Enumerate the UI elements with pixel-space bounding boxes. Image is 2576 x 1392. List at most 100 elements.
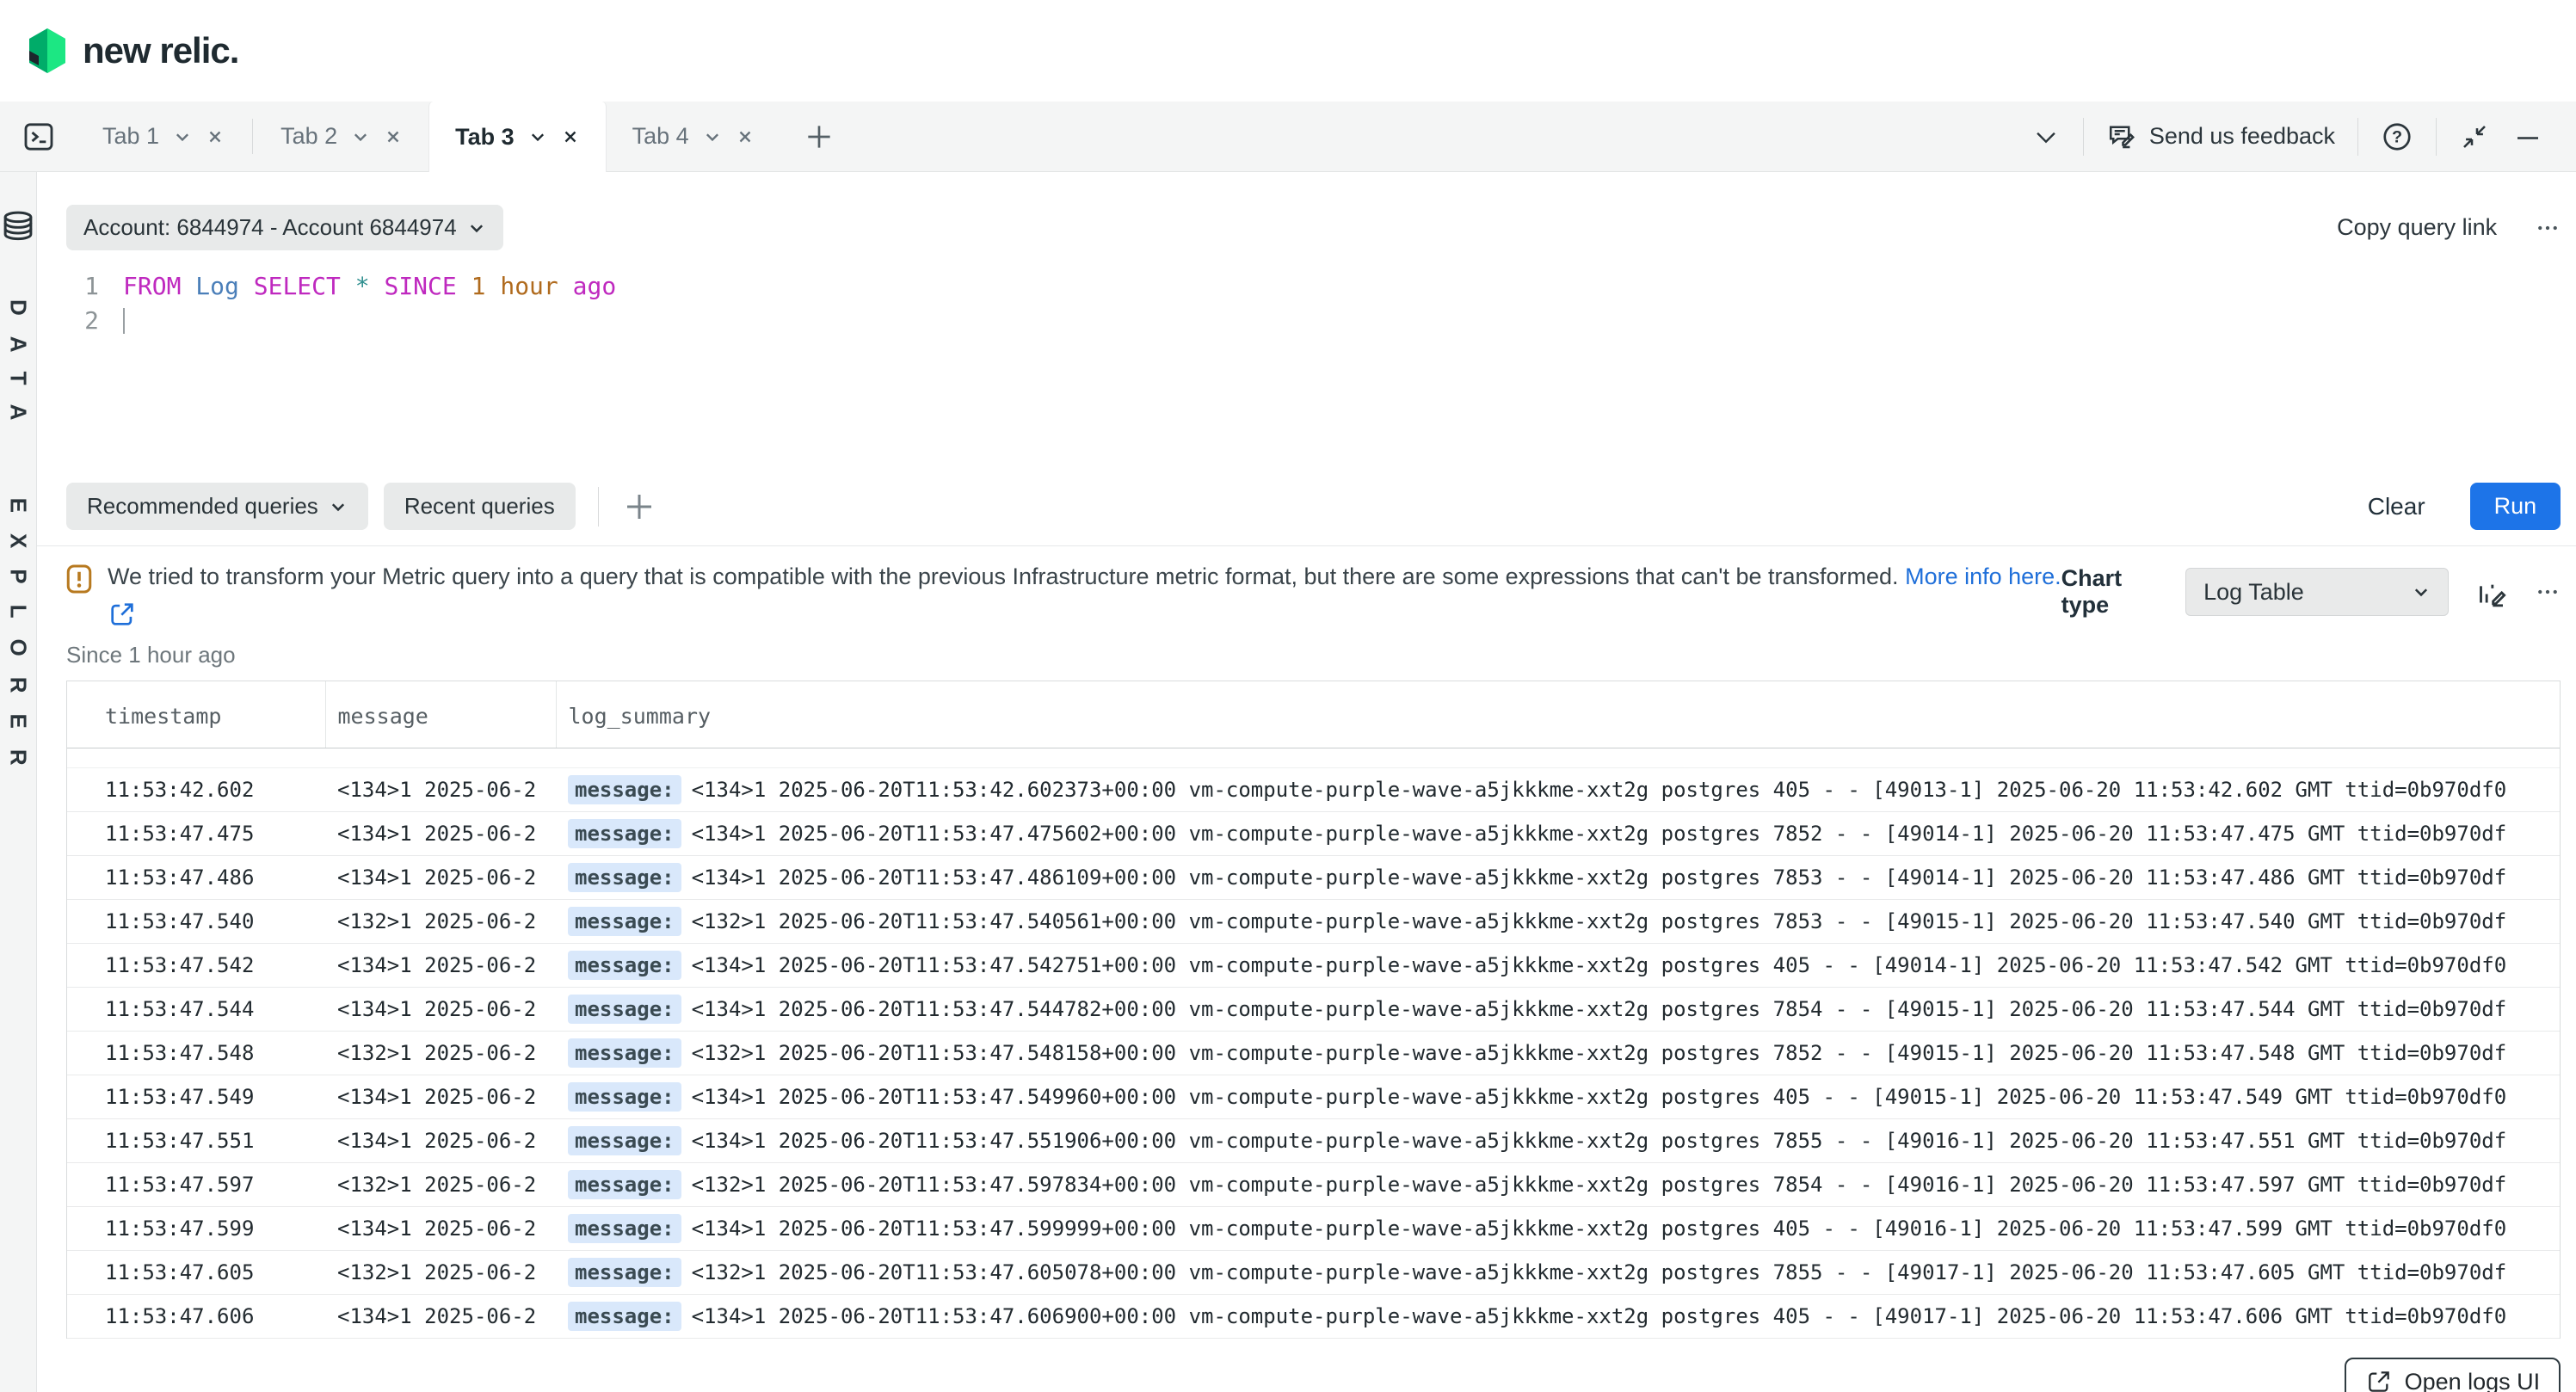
summary-text: <134>1 2025-06-20T11:53:47.551906+00:00 … [692, 1129, 2507, 1153]
tab-overflow-button[interactable] [2031, 122, 2061, 151]
add-query-button[interactable] [621, 489, 657, 525]
summary-text: <134>1 2025-06-20T11:53:47.542751+00:00 … [692, 953, 2507, 977]
data-explorer-sidebar[interactable]: DATA EXPLORER [0, 172, 37, 1392]
run-button[interactable]: Run [2470, 483, 2561, 530]
summary-key-chip: message: [568, 907, 681, 936]
table-row[interactable]: 11:53:47.486<134>1 2025-06-2 message: <134… [67, 856, 2560, 900]
chart-type-select[interactable]: Log Table [2185, 568, 2449, 616]
code-line[interactable]: 1FROM Log SELECT * SINCE 1 hour ago [66, 269, 2576, 304]
table-row[interactable]: 11:53:47.597<132>1 2025-06-2message:<132… [67, 1163, 2560, 1207]
table-row[interactable]: 11:53:47.606<134>1 2025-06-2message:<134… [67, 1295, 2560, 1339]
table-row[interactable]: 11:53:47.540<132>1 2025-06-2message:<132… [67, 900, 2560, 944]
more-options-button[interactable] [2535, 215, 2561, 241]
cell-timestamp: 11:53:42.602 [67, 768, 325, 812]
recent-queries-label: Recent queries [404, 493, 555, 520]
cell-timestamp: 11:53:47.542 [67, 944, 325, 988]
queries-toolbar: Recommended queries Recent queries Clear… [66, 483, 2561, 530]
cell-timestamp: 11:53:47.544 [67, 988, 325, 1032]
summary-key-chip: message: [568, 1258, 681, 1287]
close-icon[interactable] [561, 127, 580, 146]
summary-text: <134>1 2025-06-20T11:53:47.486109+00:00 … [692, 865, 2507, 890]
nrql-token: Log [195, 272, 239, 300]
send-feedback-label: Send us feedback [2149, 123, 2335, 150]
minimize-button[interactable] [2512, 121, 2543, 152]
chart-more-options-button[interactable] [2535, 579, 2561, 605]
app-header: new relic. [0, 0, 2576, 102]
table-row[interactable]: 11:53:47.599<134>1 2025-06-2message:<134… [67, 1207, 2560, 1251]
cell-message: <132>1 2025-06-2 [325, 1163, 556, 1207]
sidebar-title: DATA EXPLORER [5, 299, 32, 786]
query-console-button[interactable] [0, 102, 77, 171]
warning-external-link[interactable] [108, 600, 2061, 633]
table-row[interactable]: 11:53:47.551<134>1 2025-06-2message:<134… [67, 1119, 2560, 1163]
recommended-queries-button[interactable]: Recommended queries [66, 483, 368, 530]
open-logs-ui-button[interactable]: Open logs UI [2345, 1358, 2561, 1392]
chevron-down-icon[interactable] [351, 127, 370, 146]
account-selector[interactable]: Account: 6844974 - Account 6844974 [66, 205, 503, 250]
chevron-down-icon[interactable] [173, 127, 192, 146]
summary-text: <134>1 2025-06-20T11:53:47.544782+00:00 … [692, 997, 2507, 1021]
column-header-log_summary[interactable]: log_summary [556, 681, 2560, 748]
table-row[interactable]: 11:53:47.542<134>1 2025-06-2message:<134… [67, 944, 2560, 988]
open-logs-ui-label: Open logs UI [2405, 1369, 2541, 1392]
summary-text: <132>1 2025-06-20T11:53:47.597834+00:00 … [692, 1173, 2507, 1197]
main-area: DATA EXPLORER Account: 6844974 - Account… [0, 172, 2576, 1392]
table-footer: Open logs UI [37, 1358, 2561, 1392]
edit-chart-button[interactable] [2474, 575, 2509, 609]
table-row[interactable]: 11:53:47.475<134>1 2025-06-2message:<134… [67, 812, 2560, 856]
send-feedback-button[interactable]: Send us feedback [2106, 121, 2335, 152]
cell-message: <134>1 2025-06-2 [325, 988, 556, 1032]
nrql-token: ago [573, 272, 617, 300]
help-button[interactable]: ? [2381, 120, 2413, 153]
table-row[interactable]: 11:53:42.602<134>1 2025-06-2message:<134… [67, 768, 2560, 812]
more-info-link[interactable]: More info here. [1905, 564, 2061, 589]
summary-key-chip: message: [568, 819, 681, 848]
log-table: timestampmessagelog_summary 11:53:42.602… [67, 681, 2560, 1339]
summary-text: <134>1 2025-06-20T11:53:47.606900+00:00 … [692, 1304, 2507, 1328]
column-header-timestamp[interactable]: timestamp [67, 681, 325, 748]
column-header-message[interactable]: message [325, 681, 556, 748]
table-row[interactable]: 11:53:47.605<132>1 2025-06-2message:<132… [67, 1251, 2560, 1295]
tab-tab-1[interactable]: Tab 1 [77, 102, 250, 171]
copy-query-link[interactable]: Copy query link [2337, 214, 2497, 241]
code-lines: 1FROM Log SELECT * SINCE 1 hour ago2 [66, 269, 2576, 338]
chart-type-label: Chart type [2061, 565, 2160, 619]
collapse-button[interactable] [2459, 121, 2490, 152]
nrql-token: SELECT [254, 272, 341, 300]
cell-message: <134>1 2025-06-2 [325, 768, 556, 812]
chevron-down-icon[interactable] [528, 127, 547, 146]
summary-key-chip: message: [568, 1170, 681, 1199]
cell-log-summary: message:<134>1 2025-06-20T11:53:47.54996… [556, 1075, 2560, 1119]
table-row[interactable]: 11:53:47.549<134>1 2025-06-2message:<134… [67, 1075, 2560, 1119]
tab-tab-3[interactable]: Tab 3 [428, 102, 607, 172]
clear-button[interactable]: Clear [2368, 493, 2425, 520]
cell-log-summary: message:<132>1 2025-06-20T11:53:47.54815… [556, 1032, 2560, 1075]
tab-tab-2[interactable]: Tab 2 [255, 102, 428, 171]
code-line[interactable]: 2 [66, 304, 2576, 338]
summary-key-chip: message: [568, 1126, 681, 1155]
nrql-token: hour [500, 272, 558, 300]
close-icon[interactable] [206, 127, 225, 146]
table-row[interactable]: 11:53:47.548<132>1 2025-06-2message:<132… [67, 1032, 2560, 1075]
cell-message: <134>1 2025-06-2 [325, 856, 556, 900]
cell-message: <134>1 2025-06-2 [325, 1207, 556, 1251]
add-tab-button[interactable] [780, 102, 858, 171]
cell-message: <134>1 2025-06-2 [325, 812, 556, 856]
cell-message: <134>1 2025-06-2 [325, 1119, 556, 1163]
chevron-down-icon [467, 219, 486, 237]
tab-tab-4[interactable]: Tab 4 [607, 102, 780, 171]
table-row[interactable]: 11:53:47.544<134>1 2025-06-2message:<134… [67, 988, 2560, 1032]
summary-key-chip: message: [568, 863, 681, 892]
cell-timestamp: 11:53:47.486 [67, 856, 325, 900]
chart-type-value: Log Table [2203, 579, 2304, 606]
close-icon[interactable] [736, 127, 755, 146]
database-icon [0, 210, 36, 246]
chevron-down-icon[interactable] [703, 127, 722, 146]
ellipsis-icon [2535, 579, 2561, 605]
line-number: 2 [66, 304, 99, 338]
nrql-editor[interactable]: 1FROM Log SELECT * SINCE 1 hour ago2 [66, 269, 2576, 476]
close-icon[interactable] [384, 127, 403, 146]
results-header: We tried to transform your Metric query … [66, 564, 2561, 668]
recent-queries-button[interactable]: Recent queries [384, 483, 576, 530]
cell-log-summary: message:<134>1 2025-06-20T11:53:47.54478… [556, 988, 2560, 1032]
